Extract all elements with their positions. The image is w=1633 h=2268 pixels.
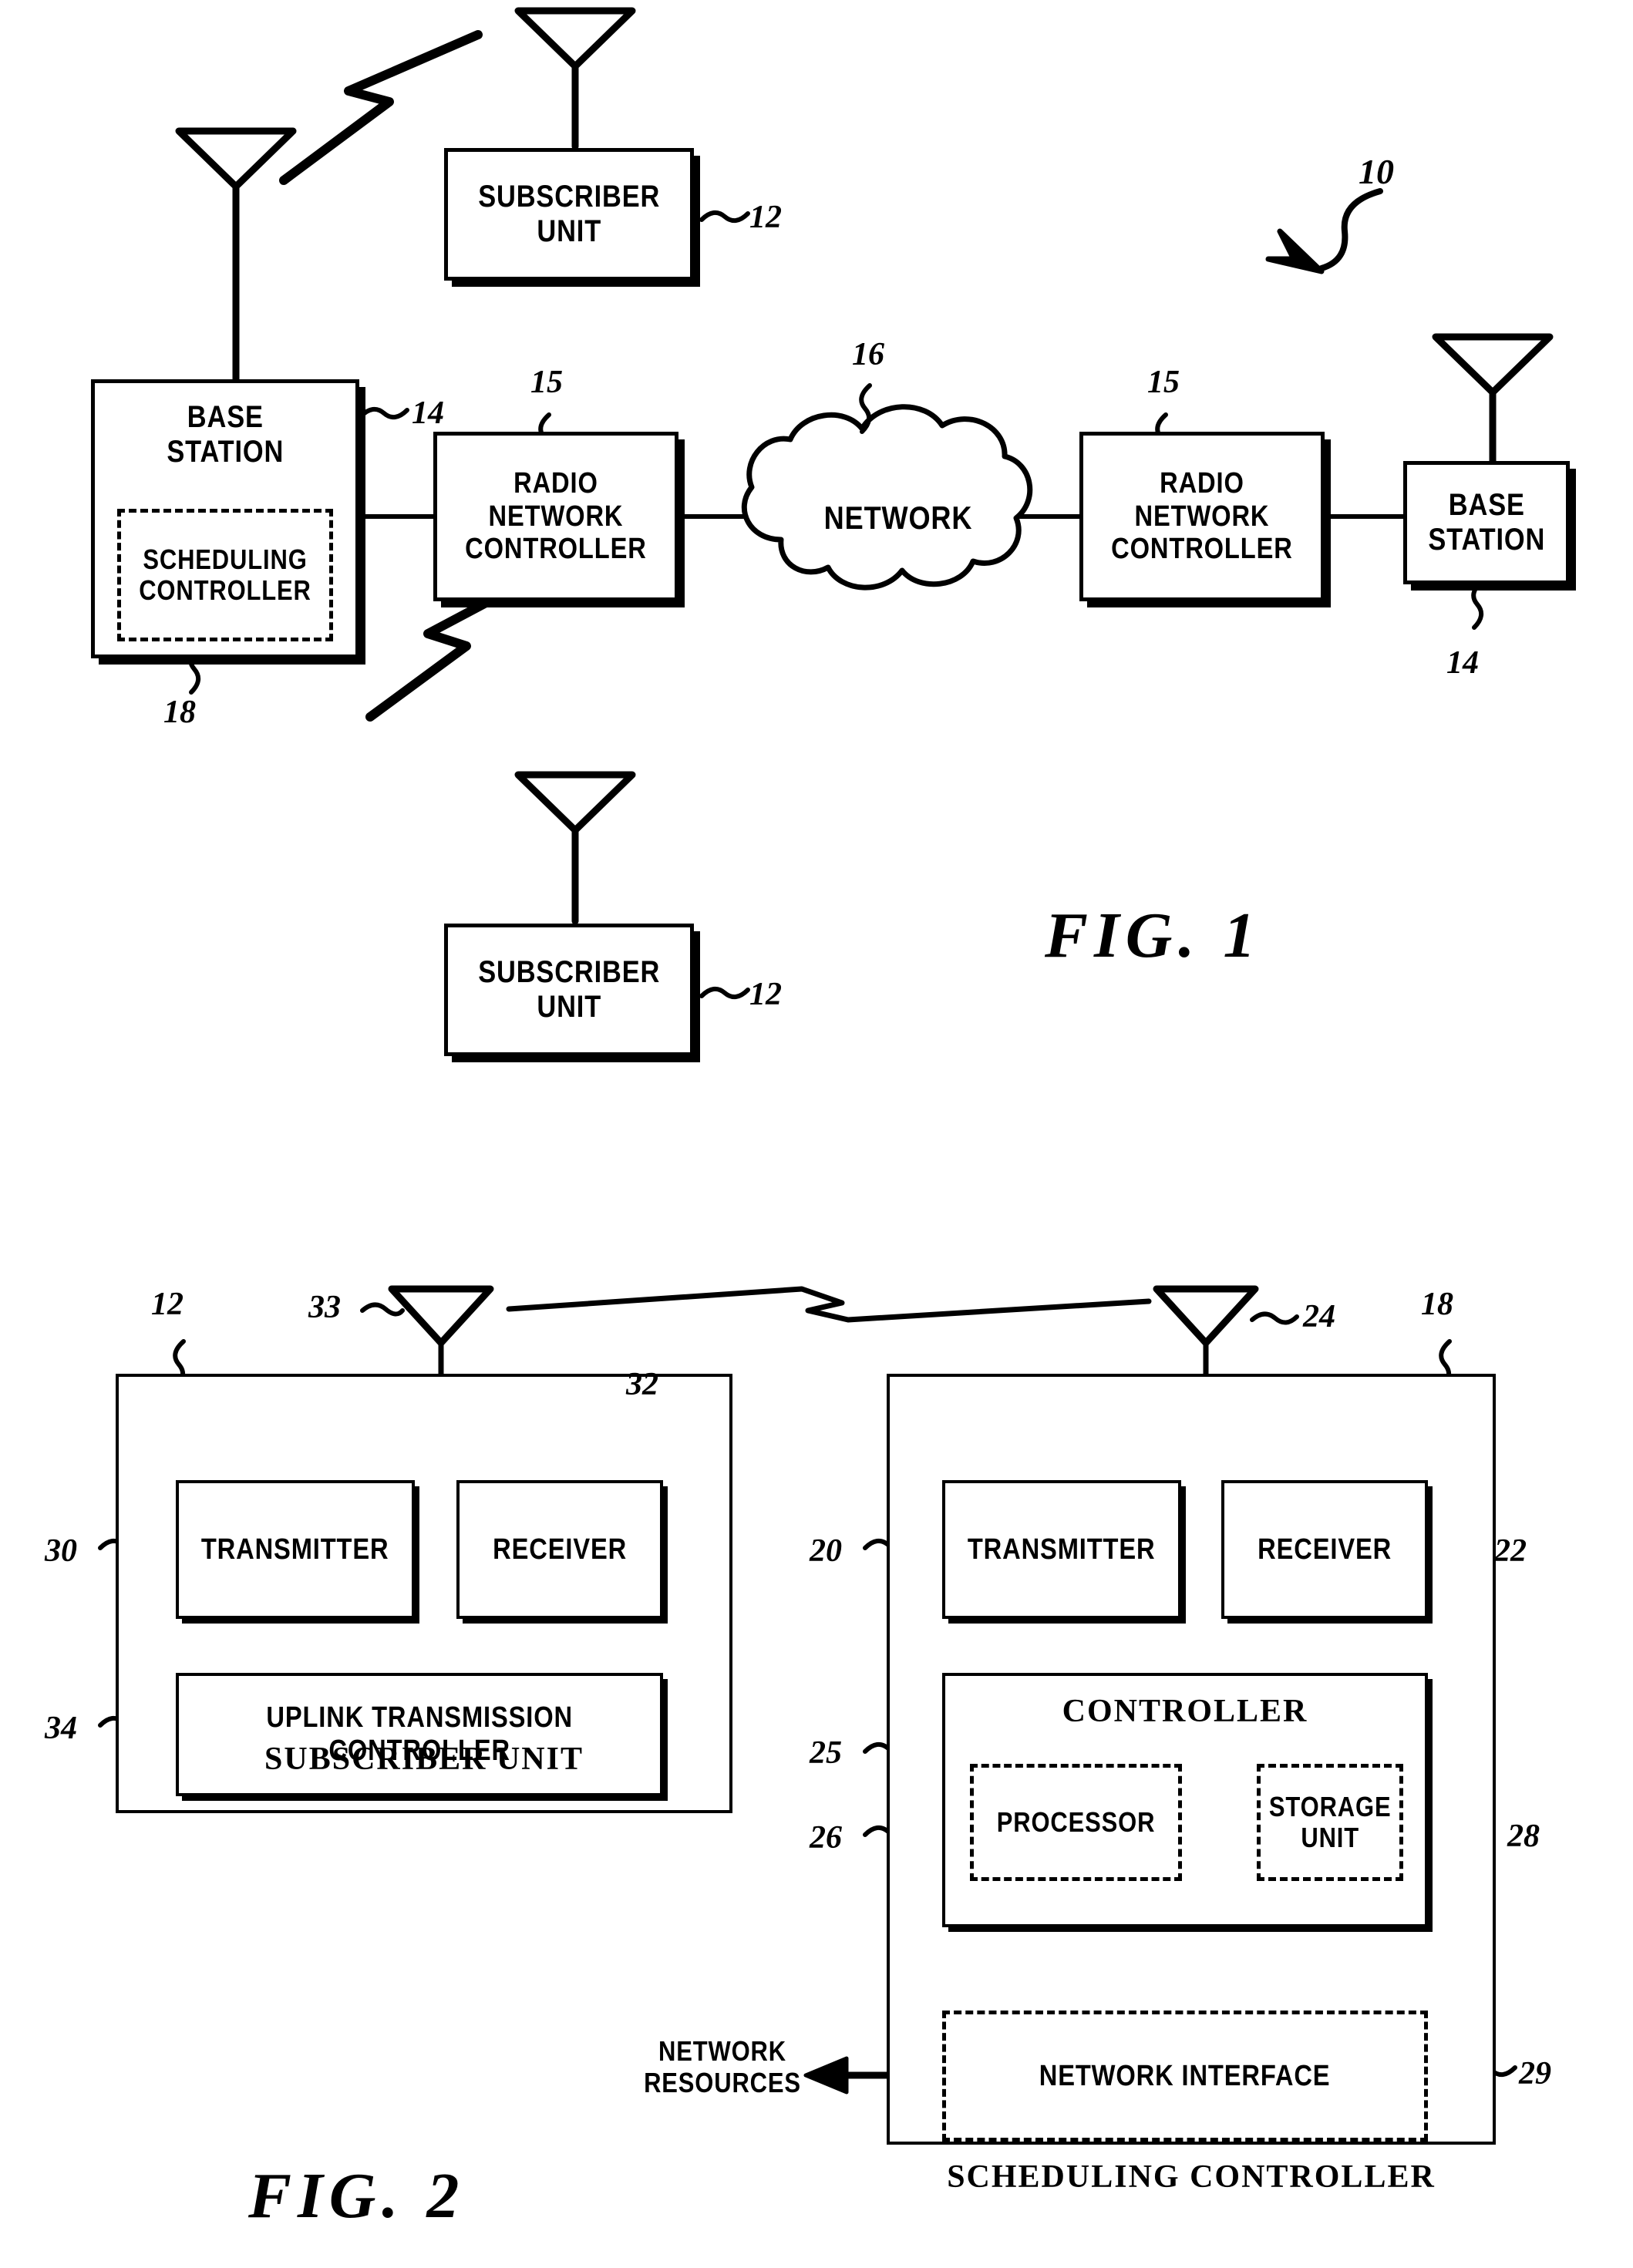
ref-29-network-interface: 29 [1519, 2056, 1551, 2091]
fig1-scheduling-controller: SCHEDULING CONTROLLER [117, 509, 333, 641]
block-label: SUBSCRIBER UNIT [477, 955, 661, 1024]
fig1-network-cloud-label: NETWORK [823, 500, 973, 536]
panel-title-text: SUBSCRIBER UNIT [264, 1741, 584, 1777]
curly-lead-line [188, 210, 1484, 1000]
fig2-scheduling-panel-title: SCHEDULING CONTROLLER [887, 2159, 1496, 2196]
fig1-subscriber-unit-top: SUBSCRIBER UNIT [444, 148, 694, 281]
block-label: SUBSCRIBER UNIT [477, 180, 661, 248]
ref-26-processor: 26 [810, 1820, 842, 1856]
block-label: RADIO NETWORK CONTROLLER [465, 467, 647, 566]
ref-10-system: 10 [1359, 152, 1394, 191]
fig2-sc-network-interface: NETWORK INTERFACE [942, 2011, 1428, 2142]
patent-figure-sheet: SUBSCRIBER UNIT 12 BASE STATION SCHEDULI… [0, 0, 1633, 2268]
fig1-radio-network-controller-right: RADIO NETWORK CONTROLLER [1079, 432, 1325, 601]
ref-12-top: 12 [749, 200, 782, 235]
ref-14-right: 14 [1446, 645, 1479, 681]
ref-30-transmitter: 30 [45, 1533, 77, 1569]
ref-24-antenna: 24 [1303, 1299, 1335, 1334]
ref-33-antenna: 33 [308, 1290, 341, 1325]
ref-12-bottom: 12 [749, 977, 782, 1012]
ref-28-storage-unit: 28 [1507, 1819, 1540, 1854]
fig2-sc-transmitter: TRANSMITTER [942, 1480, 1181, 1619]
ref-12-fig2: 12 [151, 1287, 184, 1322]
block-label: PROCESSOR [996, 1805, 1156, 1838]
fig2-su-transmitter: TRANSMITTER [176, 1480, 415, 1619]
ref-16-network: 16 [852, 337, 884, 372]
block-label: RECEIVER [1258, 1533, 1392, 1566]
curly-lead-line [1250, 1311, 1299, 1325]
ref-22-receiver: 22 [1494, 1533, 1527, 1569]
block-label: BASE STATION [167, 400, 284, 469]
block-label: STORAGE UNIT [1268, 1790, 1392, 1853]
system-ref-arrow [1265, 188, 1383, 274]
ref-14-left: 14 [412, 395, 444, 431]
block-label: RECEIVER [493, 1533, 627, 1566]
ref-34-uplink-controller: 34 [45, 1711, 77, 1746]
fig2-sc-receiver: RECEIVER [1221, 1480, 1428, 1619]
block-label: BASE STATION [1428, 488, 1545, 557]
block-label: CONTROLLER [1062, 1694, 1308, 1729]
fig1-caption: FIG. 1 [1045, 900, 1262, 971]
block-label: TRANSMITTER [968, 1533, 1156, 1566]
antenna-icon [514, 771, 636, 925]
lightning-bolt-icon [506, 1286, 1152, 1323]
cloud-icon [741, 404, 1033, 591]
antenna-icon [175, 127, 297, 405]
panel-title-text: SCHEDULING CONTROLLER [947, 2159, 1436, 2195]
ref-18-fig2: 18 [1421, 1287, 1453, 1322]
block-label: SCHEDULING CONTROLLER [139, 543, 311, 606]
ref-32-receiver: 32 [626, 1367, 658, 1402]
block-label: RADIO NETWORK CONTROLLER [1111, 467, 1293, 566]
fig1-subscriber-unit-bottom: SUBSCRIBER UNIT [444, 924, 694, 1056]
fig1-base-station-right: BASE STATION [1403, 461, 1570, 584]
ref-18-scheduling: 18 [163, 695, 196, 730]
fig2-subscriber-panel-title: SUBSCRIBER UNIT [116, 1741, 732, 1778]
ref-15-left: 15 [530, 365, 563, 400]
fig2-sc-processor: PROCESSOR [970, 1764, 1182, 1881]
fig2-caption: FIG. 2 [248, 2160, 466, 2232]
curly-lead-line [360, 1302, 405, 1317]
block-label: NETWORK INTERFACE [1039, 2059, 1331, 2092]
antenna-icon [514, 7, 636, 150]
fig2-su-uplink-transmission-controller: UPLINK TRANSMISSION CONTROLLER [176, 1673, 663, 1796]
ref-20-transmitter: 20 [810, 1533, 842, 1569]
block-label: TRANSMITTER [201, 1533, 389, 1566]
ref-15-right: 15 [1147, 365, 1180, 400]
fig2-sc-storage-unit: STORAGE UNIT [1257, 1764, 1403, 1881]
fig1-radio-network-controller-left: RADIO NETWORK CONTROLLER [433, 432, 678, 601]
antenna-icon [1432, 333, 1554, 466]
fig2-network-resources-label: NETWORK RESOURCES [644, 2035, 801, 2099]
fig2-su-receiver: RECEIVER [456, 1480, 663, 1619]
ref-25-controller: 25 [810, 1735, 842, 1771]
